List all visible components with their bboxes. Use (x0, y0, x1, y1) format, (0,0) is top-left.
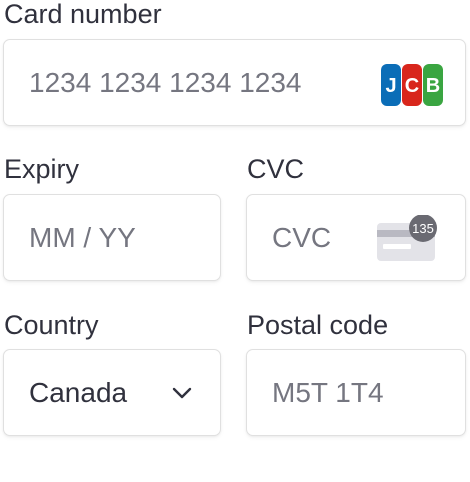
cvc-badge-text: 135 (412, 221, 434, 236)
jcb-letter-j: J (385, 75, 396, 97)
postal-code-label: Postal code (247, 310, 389, 340)
postal-code-input[interactable] (247, 350, 465, 435)
expiry-field (3, 194, 221, 281)
cvc-input[interactable] (247, 195, 367, 280)
country-label: Country (4, 310, 99, 340)
jcb-icon: J C B (381, 64, 443, 106)
country-value: Canada (29, 376, 128, 408)
expiry-input[interactable] (4, 195, 220, 280)
country-select[interactable]: Canada (3, 349, 221, 436)
cvc-field: 135 (246, 194, 466, 281)
card-number-input[interactable] (4, 40, 344, 125)
expiry-label: Expiry (4, 154, 80, 184)
cvc-card-icon: 135 (377, 215, 437, 261)
jcb-letter-c: C (405, 75, 419, 97)
chevron-down-icon (172, 387, 192, 399)
postal-code-field (246, 349, 466, 436)
payment-form: Card number J C B Expiry CVC 135 Country… (0, 0, 470, 482)
card-number-label: Card number (4, 0, 162, 29)
jcb-letter-b: B (426, 75, 440, 97)
cvc-label: CVC (247, 154, 305, 184)
card-number-field: J C B (3, 39, 466, 126)
